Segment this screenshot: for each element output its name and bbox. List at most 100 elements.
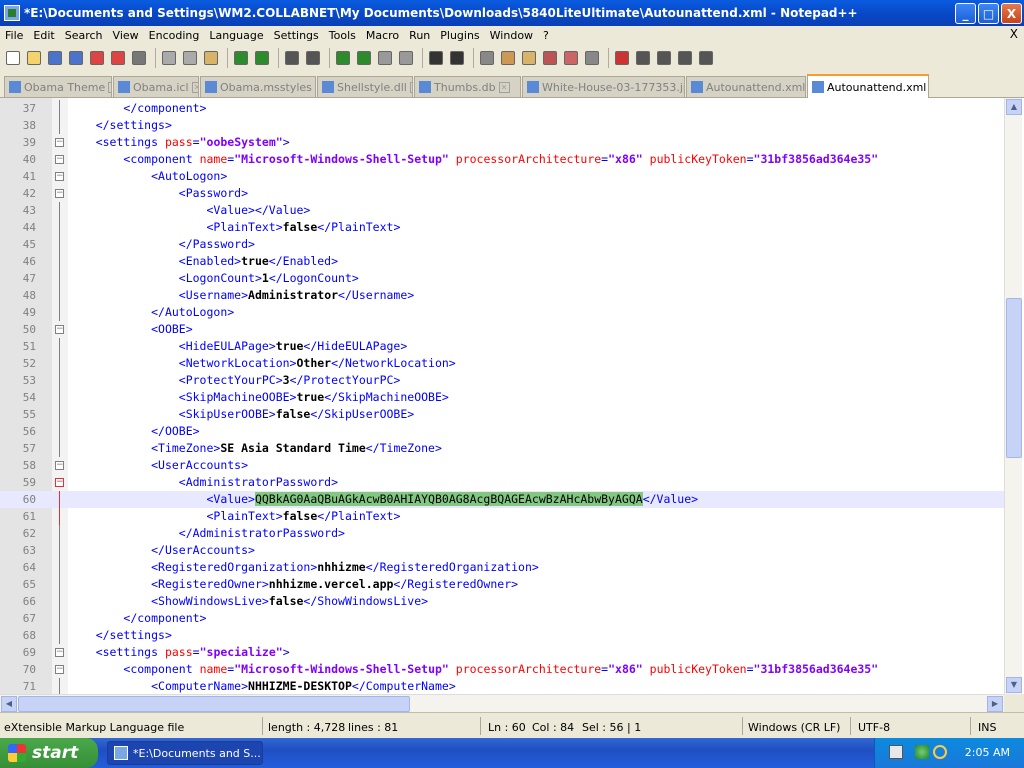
scroll-left-arrow-icon[interactable]: ◀: [1, 696, 17, 712]
code-line[interactable]: 52 <NetworkLocation>Other</NetworkLocati…: [0, 355, 1004, 372]
tab-close-icon[interactable]: ✕: [409, 81, 412, 93]
tab-close-icon[interactable]: ✕: [191, 81, 198, 93]
code-line[interactable]: 39 − <settings pass="oobeSystem">: [0, 134, 1004, 151]
zoom-out-icon[interactable]: [355, 49, 373, 67]
save-icon[interactable]: [46, 49, 64, 67]
code-line[interactable]: 58 − <UserAccounts>: [0, 457, 1004, 474]
tab-close-icon[interactable]: ✕: [314, 81, 315, 93]
menu-macro[interactable]: Macro: [361, 29, 404, 42]
code-line[interactable]: 54 <SkipMachineOOBE>true</SkipMachineOOB…: [0, 389, 1004, 406]
tab-document[interactable]: Obama.msstyles✕: [200, 76, 316, 97]
print-icon[interactable]: [130, 49, 148, 67]
paste-icon[interactable]: [202, 49, 220, 67]
code-line[interactable]: 69 − <settings pass="specialize">: [0, 644, 1004, 661]
tab-document[interactable]: Obama Theme✕: [4, 76, 112, 97]
scroll-right-arrow-icon[interactable]: ▶: [987, 696, 1003, 712]
sync-v-icon[interactable]: [376, 49, 394, 67]
monitor-icon[interactable]: [583, 49, 601, 67]
menu-tools[interactable]: Tools: [324, 29, 361, 42]
fold-toggle-icon[interactable]: −: [55, 665, 64, 674]
menu-run[interactable]: Run: [404, 29, 435, 42]
keyboard-icon[interactable]: [889, 745, 903, 759]
record-macro-icon[interactable]: [613, 49, 631, 67]
code-line[interactable]: 37 </component>: [0, 100, 1004, 117]
code-line[interactable]: 38 </settings>: [0, 117, 1004, 134]
code-line[interactable]: 62 </AdministratorPassword>: [0, 525, 1004, 542]
search-icon[interactable]: [933, 745, 947, 759]
minimize-button[interactable]: _: [955, 3, 976, 24]
save-macro-icon[interactable]: [697, 49, 715, 67]
tab-document[interactable]: Autounattend.xml✕: [686, 76, 806, 97]
folder-workspace-icon[interactable]: [562, 49, 580, 67]
all-chars-icon[interactable]: [448, 49, 466, 67]
fold-toggle-icon[interactable]: −: [55, 155, 64, 164]
menu-file[interactable]: File: [0, 29, 28, 42]
code-line[interactable]: 56 </OOBE>: [0, 423, 1004, 440]
zoom-in-icon[interactable]: [334, 49, 352, 67]
menu-edit[interactable]: Edit: [28, 29, 59, 42]
fold-toggle-icon[interactable]: −: [55, 648, 64, 657]
indent-guide-icon[interactable]: [478, 49, 496, 67]
code-line[interactable]: 49 </AutoLogon>: [0, 304, 1004, 321]
code-line[interactable]: 42 − <Password>: [0, 185, 1004, 202]
play-multiple-icon[interactable]: [676, 49, 694, 67]
doc-map-icon[interactable]: [520, 49, 538, 67]
menu-search[interactable]: Search: [60, 29, 108, 42]
vertical-scrollbar[interactable]: ▲ ▼: [1004, 98, 1022, 694]
menu-language[interactable]: Language: [204, 29, 268, 42]
code-line[interactable]: 67 </component>: [0, 610, 1004, 627]
code-line[interactable]: 55 <SkipUserOOBE>false</SkipUserOOBE>: [0, 406, 1004, 423]
start-button[interactable]: start: [0, 738, 98, 768]
code-line[interactable]: 61 <PlainText>false</PlainText>: [0, 508, 1004, 525]
open-file-icon[interactable]: [25, 49, 43, 67]
save-all-icon[interactable]: [67, 49, 85, 67]
code-line[interactable]: 48 <Username>Administrator</Username>: [0, 287, 1004, 304]
stop-macro-icon[interactable]: [634, 49, 652, 67]
tab-close-icon[interactable]: ✕: [108, 81, 111, 93]
fold-toggle-icon[interactable]: −: [55, 478, 64, 487]
code-line[interactable]: 63 </UserAccounts>: [0, 542, 1004, 559]
code-line[interactable]: 45 </Password>: [0, 236, 1004, 253]
code-line[interactable]: 41 − <AutoLogon>: [0, 168, 1004, 185]
tab-document[interactable]: Obama.icl✕: [113, 76, 199, 97]
code-line[interactable]: 51 <HideEULAPage>true</HideEULAPage>: [0, 338, 1004, 355]
code-line[interactable]: 59 − <AdministratorPassword>: [0, 474, 1004, 491]
fold-toggle-icon[interactable]: −: [55, 189, 64, 198]
code-line[interactable]: 57 <TimeZone>SE Asia Standard Time</Time…: [0, 440, 1004, 457]
new-file-icon[interactable]: [4, 49, 22, 67]
code-line[interactable]: 70 − <component name="Microsoft-Windows-S…: [0, 661, 1004, 678]
fold-toggle-icon[interactable]: −: [55, 325, 64, 334]
copy-icon[interactable]: [181, 49, 199, 67]
code-line[interactable]: 50 − <OOBE>: [0, 321, 1004, 338]
tab-close-icon[interactable]: ✕: [498, 81, 510, 93]
code-line[interactable]: 71 <ComputerName>NHHIZME-DESKTOP</Comput…: [0, 678, 1004, 694]
udl-icon[interactable]: [499, 49, 517, 67]
redo-icon[interactable]: [253, 49, 271, 67]
code-line[interactable]: 40 − <component name="Microsoft-Windows-S…: [0, 151, 1004, 168]
close-button[interactable]: X: [1001, 3, 1022, 24]
function-list-icon[interactable]: [541, 49, 559, 67]
editor-area[interactable]: 37 </component> 38 </settings> 39− <settin…: [0, 98, 1004, 694]
fold-toggle-icon[interactable]: −: [55, 461, 64, 470]
replace-icon[interactable]: [304, 49, 322, 67]
find-icon[interactable]: [283, 49, 301, 67]
wrap-icon[interactable]: [427, 49, 445, 67]
code-line[interactable]: 46 <Enabled>true</Enabled>: [0, 253, 1004, 270]
sync-h-icon[interactable]: [397, 49, 415, 67]
code-line[interactable]: 44 <PlainText>false</PlainText>: [0, 219, 1004, 236]
play-macro-icon[interactable]: [655, 49, 673, 67]
fold-toggle-icon[interactable]: −: [55, 138, 64, 147]
menu-view[interactable]: View: [108, 29, 144, 42]
taskbar-item-notepadpp[interactable]: *E:\Documents and S...: [107, 741, 263, 765]
menu-settings[interactable]: Settings: [269, 29, 324, 42]
menu-encoding[interactable]: Encoding: [144, 29, 205, 42]
code-line[interactable]: 60 <Value>QQBkAG0AaQBuAGkAcwB0AHIAYQB0AG…: [0, 491, 1004, 508]
horizontal-scrollbar[interactable]: ◀ ▶: [0, 694, 1004, 712]
tab-document[interactable]: Shellstyle.dll✕: [317, 76, 413, 97]
tab-document[interactable]: Autounattend.xml✕: [807, 74, 929, 98]
maximize-button[interactable]: □: [978, 3, 999, 24]
undo-icon[interactable]: [232, 49, 250, 67]
code-line[interactable]: 64 <RegisteredOrganization>nhhizme</Regi…: [0, 559, 1004, 576]
code-line[interactable]: 43 <Value></Value>: [0, 202, 1004, 219]
code-line[interactable]: 65 <RegisteredOwner>nhhizme.vercel.app</…: [0, 576, 1004, 593]
